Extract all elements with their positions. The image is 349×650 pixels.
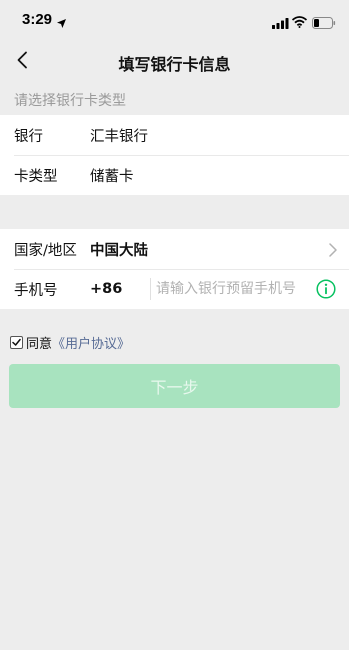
agree-checkbox[interactable] (10, 336, 23, 349)
region-row[interactable]: 国家/地区 中国大陆 (0, 229, 349, 269)
bank-label: 银行 (14, 128, 43, 145)
location-arrow-icon (57, 13, 66, 32)
chevron-right-icon (329, 242, 337, 261)
card-info-group: 银行 汇丰银行 卡类型 储蓄卡 (0, 115, 349, 195)
status-bar: 3:29 (0, 0, 349, 40)
region-value: 中国大陆 (90, 242, 148, 259)
bank-row[interactable]: 银行 汇丰银行 (0, 115, 349, 155)
bank-value: 汇丰银行 (90, 128, 148, 145)
phone-divider (150, 278, 151, 300)
card-type-row[interactable]: 卡类型 储蓄卡 (0, 155, 349, 195)
battery-icon (312, 14, 336, 33)
agree-text: 同意 (26, 337, 53, 352)
phone-country-code: +86 (90, 281, 123, 297)
phone-label: 手机号 (14, 282, 58, 299)
info-circle-icon[interactable] (316, 279, 336, 303)
phone-input[interactable] (156, 277, 306, 301)
status-time: 3:29 (22, 11, 53, 28)
wifi-icon (291, 13, 308, 32)
card-type-value: 储蓄卡 (90, 168, 134, 185)
user-agreement-link[interactable]: 《用户协议》 (52, 333, 130, 352)
agreement: 同意 《用户协议》 (10, 333, 130, 352)
contact-info-group: 国家/地区 中国大陆 手机号 +86 (0, 229, 349, 309)
signal-icon (272, 14, 289, 33)
nav-bar: 填写银行卡信息 (0, 40, 349, 84)
section-hint: 请选择银行卡类型 (14, 93, 126, 109)
card-type-label: 卡类型 (14, 168, 58, 185)
page-title: 填写银行卡信息 (118, 55, 231, 74)
next-step-button[interactable]: 下一步 (9, 364, 340, 408)
region-label: 国家/地区 (14, 242, 77, 259)
phone-row: 手机号 +86 (0, 269, 349, 309)
